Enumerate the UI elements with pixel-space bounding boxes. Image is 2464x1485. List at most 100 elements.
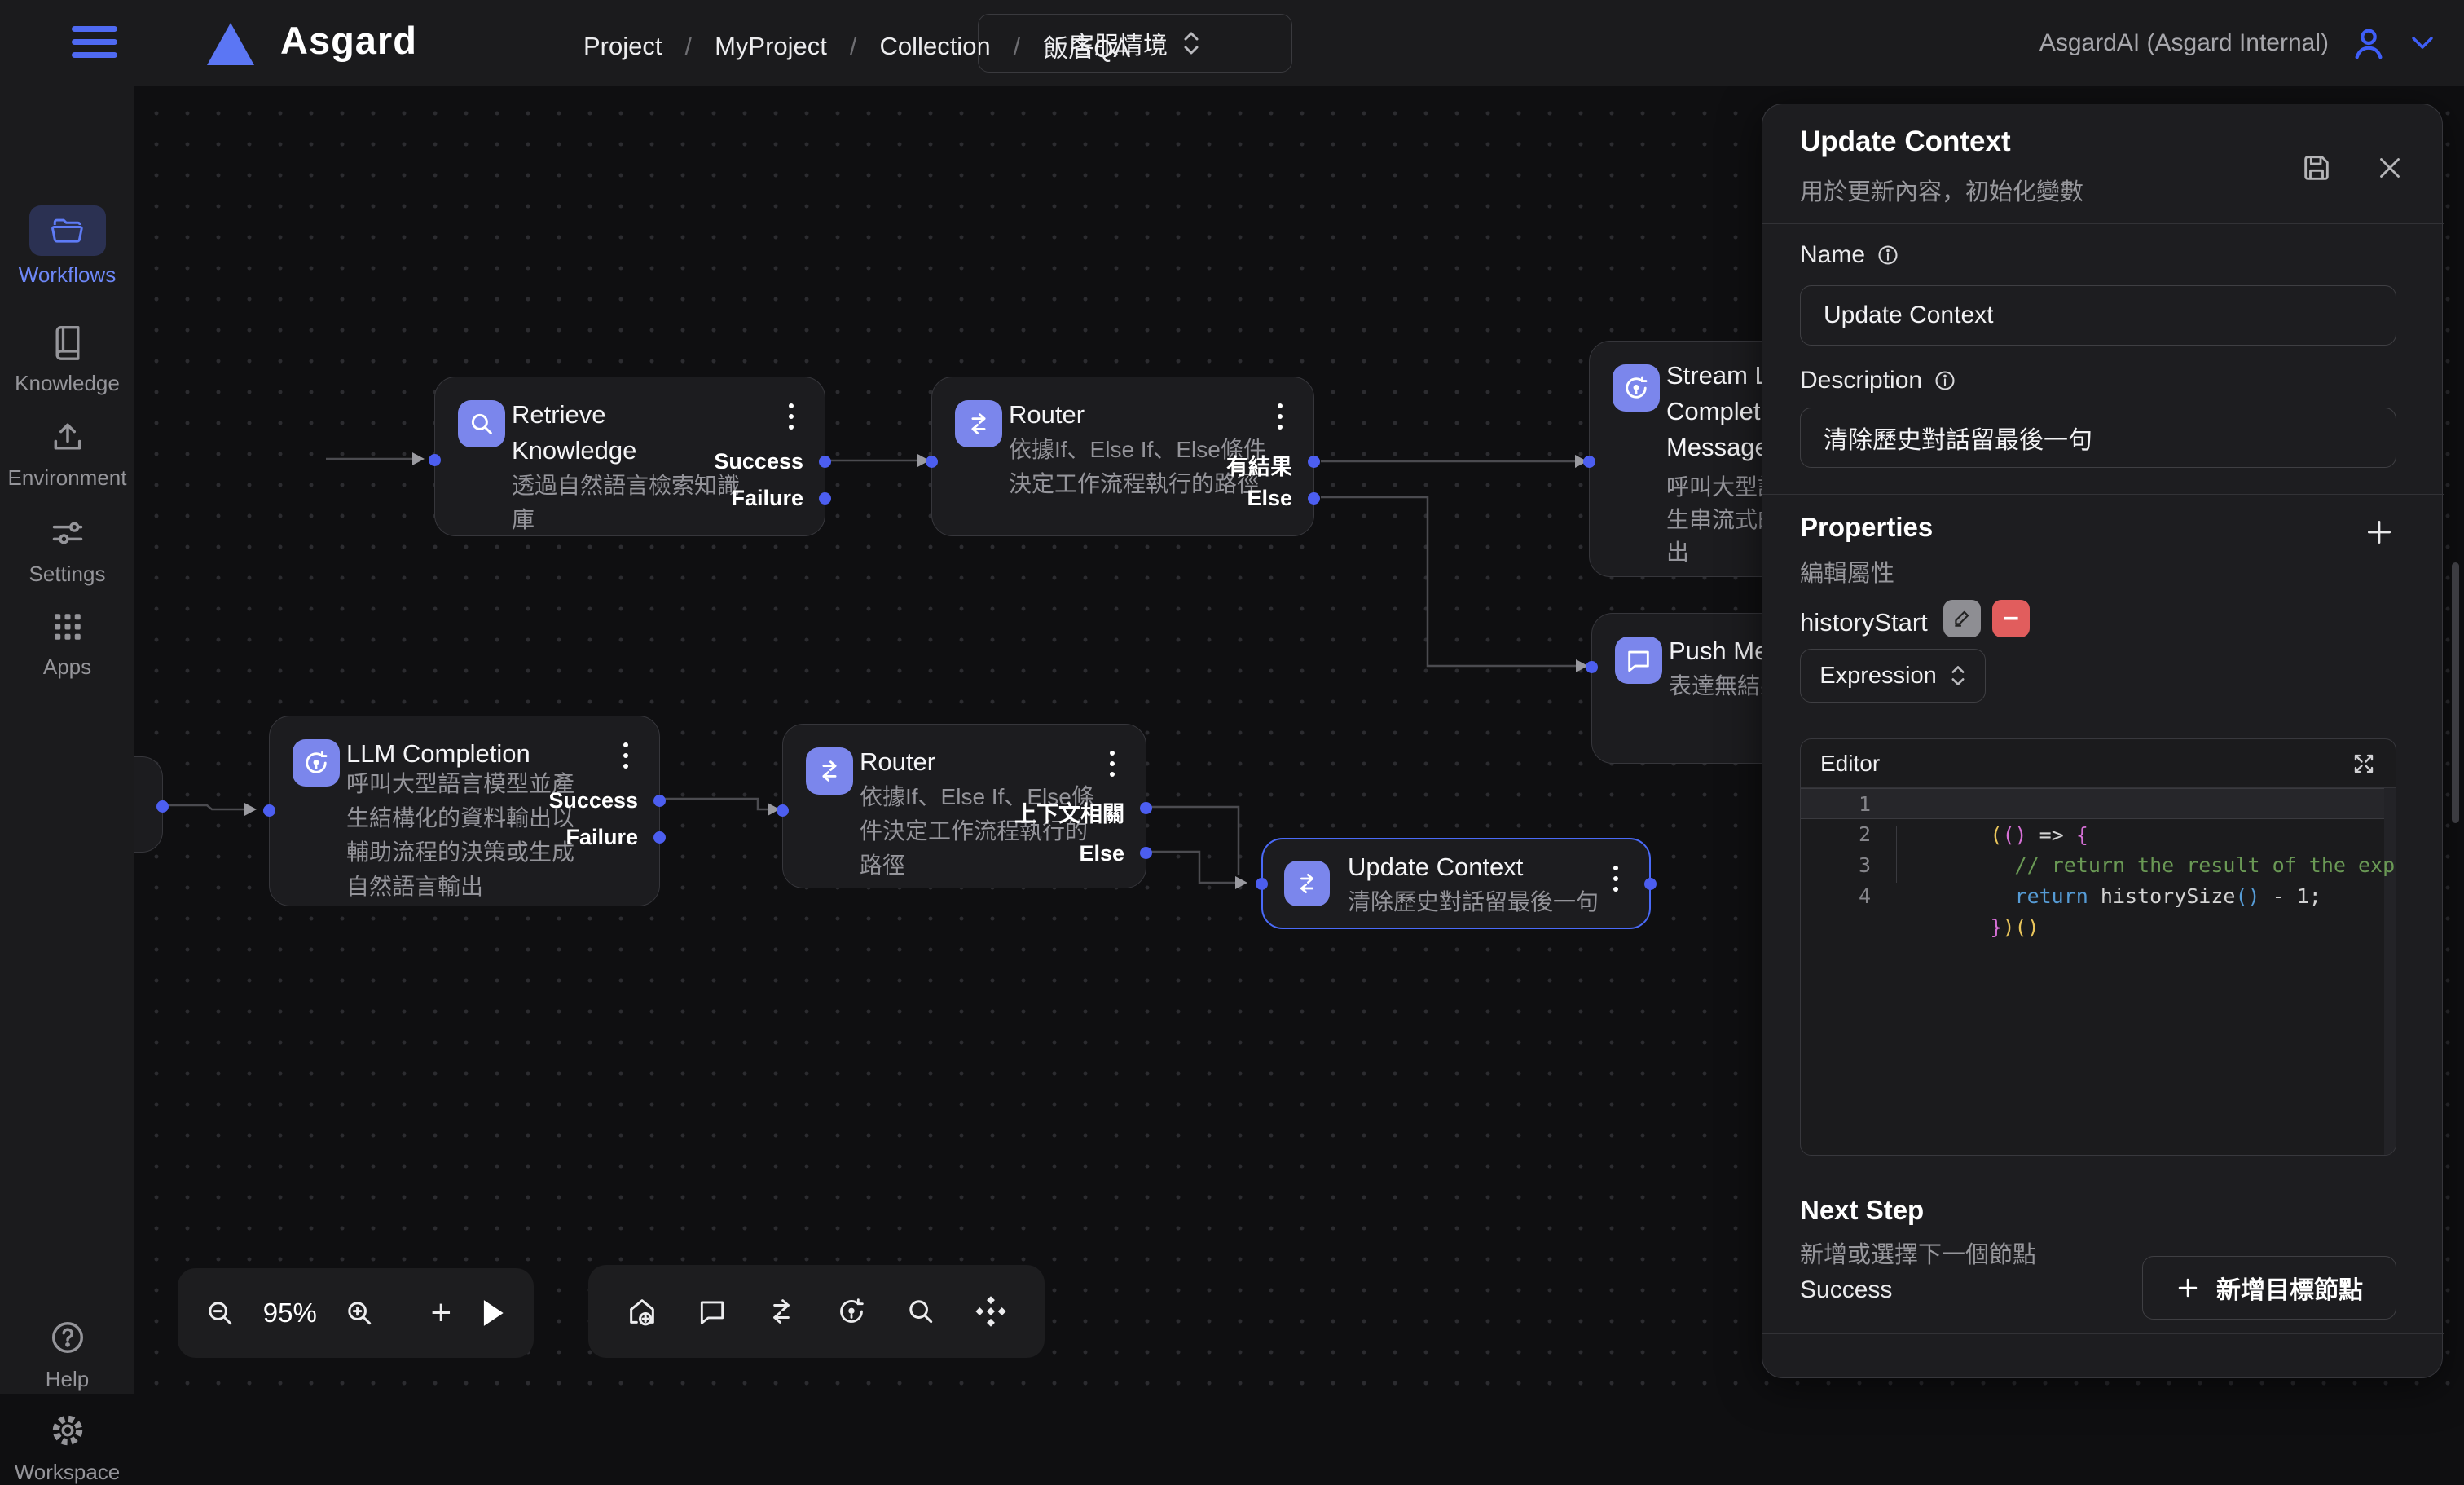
sidebar-item-apps[interactable]: Apps xyxy=(0,610,134,680)
node-update-context[interactable]: Update Context 清除歷史對話留最後一句 xyxy=(1261,838,1651,929)
sliders-icon xyxy=(50,515,86,551)
code-line: 4})() xyxy=(1801,881,2384,912)
output-port-dot[interactable] xyxy=(1644,878,1657,890)
breadcrumb-collection[interactable]: Collection xyxy=(880,32,991,61)
kebab-menu-icon[interactable] xyxy=(615,742,636,774)
input-port-dot[interactable] xyxy=(263,804,275,817)
speech-bubble-icon[interactable] xyxy=(697,1296,728,1327)
account-area[interactable]: AsgardAI (Asgard Internal) xyxy=(2039,0,2436,86)
llm-refresh-bulb-icon xyxy=(293,739,340,787)
port-failure: Failure xyxy=(731,486,803,511)
router-arrows-icon xyxy=(806,747,853,795)
node-properties-panel: Update Context 用於更新內容，初始化變數 Name Update … xyxy=(1762,104,2443,1378)
node-title: Router xyxy=(1009,397,1085,433)
breadcrumb-myproject[interactable]: MyProject xyxy=(715,32,827,61)
output-port-dot-failure[interactable] xyxy=(653,831,666,844)
chevron-updown-icon xyxy=(1950,663,1966,688)
sidebar-item-workspace[interactable]: Workspace xyxy=(0,1412,134,1485)
add-target-node-button[interactable]: 新增目標節點 xyxy=(2142,1256,2396,1320)
plus-icon[interactable] xyxy=(2364,517,2395,548)
search-icon[interactable] xyxy=(905,1296,936,1327)
close-icon[interactable] xyxy=(2375,153,2405,183)
upload-icon xyxy=(50,419,86,455)
output-port-dot-success[interactable] xyxy=(653,795,666,807)
sidebar-item-environment[interactable]: Environment xyxy=(0,419,134,491)
add-node-button[interactable]: + xyxy=(431,1295,452,1331)
input-port-dot[interactable] xyxy=(1586,661,1598,673)
sidebar-item-settings[interactable]: Settings xyxy=(0,515,134,587)
search-icon xyxy=(458,400,505,447)
sidebar-item-knowledge[interactable]: Knowledge xyxy=(0,324,134,396)
panel-subtitle: 用於更新內容，初始化變數 xyxy=(1800,173,2083,207)
brand-title: Asgard xyxy=(280,18,417,63)
person-icon[interactable] xyxy=(2350,24,2387,62)
move-diamonds-icon[interactable] xyxy=(975,1295,1007,1328)
node-title-line: Message xyxy=(1666,430,1769,465)
breadcrumb-project[interactable]: Project xyxy=(583,32,662,61)
node-desc-line: 出 xyxy=(1666,535,1689,570)
zoom-in-icon[interactable] xyxy=(344,1298,375,1329)
port-has-result: 有結果 xyxy=(1226,449,1292,481)
node-llm-completion[interactable]: LLM Completion 呼叫大型語言模型並產生結構化的資料輸出以輔助流程的… xyxy=(269,716,660,906)
expression-editor[interactable]: Editor 1(() => { 2 // return the result … xyxy=(1800,738,2396,1156)
divider xyxy=(1762,1333,2444,1334)
node-title-line: Stream L xyxy=(1666,358,1769,394)
top-bar: Asgard Project / MyProject / Collection … xyxy=(0,0,2464,86)
output-port-dot-result[interactable] xyxy=(1308,456,1320,468)
gear-icon xyxy=(49,1412,86,1449)
kebab-menu-icon[interactable] xyxy=(1102,751,1123,782)
property-name: historyStart xyxy=(1800,608,1928,637)
output-port-dot-context[interactable] xyxy=(1140,802,1152,814)
input-port-dot[interactable] xyxy=(429,454,441,466)
add-home-icon[interactable] xyxy=(626,1295,658,1328)
input-port-dot[interactable] xyxy=(926,456,938,468)
save-icon[interactable] xyxy=(2300,152,2333,184)
output-port-dot-else[interactable] xyxy=(1140,847,1152,859)
logo-triangle-icon xyxy=(205,21,256,67)
input-port-dot[interactable] xyxy=(1256,878,1268,890)
properties-subtitle: 編輯屬性 xyxy=(1800,554,1894,588)
node-title: Router xyxy=(860,744,935,780)
sidebar-item-workflows[interactable]: Workflows xyxy=(0,205,134,288)
properties-title: Properties xyxy=(1800,512,1933,543)
output-port-dot-else[interactable] xyxy=(1308,492,1320,505)
zoom-level: 95% xyxy=(263,1298,317,1329)
description-input[interactable]: 清除歷史對話留最後一句 xyxy=(1800,408,2396,468)
kebab-menu-icon[interactable] xyxy=(781,403,802,435)
node-router-2[interactable]: Router 依據If、Else If、Else條件決定工作流程執行的路徑 上下… xyxy=(782,724,1146,888)
property-type-select[interactable]: Expression xyxy=(1800,649,1986,703)
play-icon[interactable] xyxy=(479,1298,507,1329)
node-router-1[interactable]: Router 依據If、Else If、Else條件決定工作流程執行的路徑 有結… xyxy=(931,377,1314,536)
output-port-dot[interactable] xyxy=(156,800,169,813)
description-label: Description xyxy=(1800,367,1956,394)
chevron-down-icon[interactable] xyxy=(2409,33,2436,53)
node-retrieve-knowledge[interactable]: Retrieve Knowledge 透過自然語言檢索知識庫 Success F… xyxy=(434,377,825,536)
output-port-dot-success[interactable] xyxy=(819,456,831,468)
help-icon xyxy=(49,1319,86,1356)
output-port-dot-failure[interactable] xyxy=(819,492,831,505)
sidebar-item-help[interactable]: Help xyxy=(0,1319,134,1392)
router-arrows-icon xyxy=(1284,861,1330,906)
environment-select[interactable]: 客服情境 xyxy=(978,14,1292,73)
port-else: Else xyxy=(1247,486,1292,511)
panel-scrollbar[interactable] xyxy=(2452,562,2459,823)
router-arrows-icon[interactable] xyxy=(765,1295,798,1328)
node-title: Push Me xyxy=(1669,633,1768,669)
node-description: 清除歷史對話留最後一句 xyxy=(1348,885,1599,919)
minus-icon[interactable]: − xyxy=(1992,600,2030,637)
zoom-out-icon[interactable] xyxy=(205,1298,235,1329)
panel-title: Update Context xyxy=(1800,126,2011,158)
code-area[interactable]: 1(() => { 2 // return the result of the … xyxy=(1801,788,2396,1156)
name-input[interactable]: Update Context xyxy=(1800,285,2396,346)
kebab-menu-icon[interactable] xyxy=(1605,866,1626,897)
input-port-dot[interactable] xyxy=(1583,456,1595,468)
llm-refresh-bulb-icon[interactable] xyxy=(835,1295,868,1328)
chevron-updown-icon xyxy=(1182,29,1200,57)
input-port-dot[interactable] xyxy=(777,804,789,817)
plus-icon xyxy=(2176,1276,2200,1300)
menu-icon[interactable] xyxy=(72,26,117,60)
llm-refresh-bulb-icon xyxy=(1613,364,1660,412)
edit-icon[interactable] xyxy=(1943,600,1981,637)
kebab-menu-icon[interactable] xyxy=(1269,403,1291,435)
expand-icon[interactable] xyxy=(2352,751,2376,776)
